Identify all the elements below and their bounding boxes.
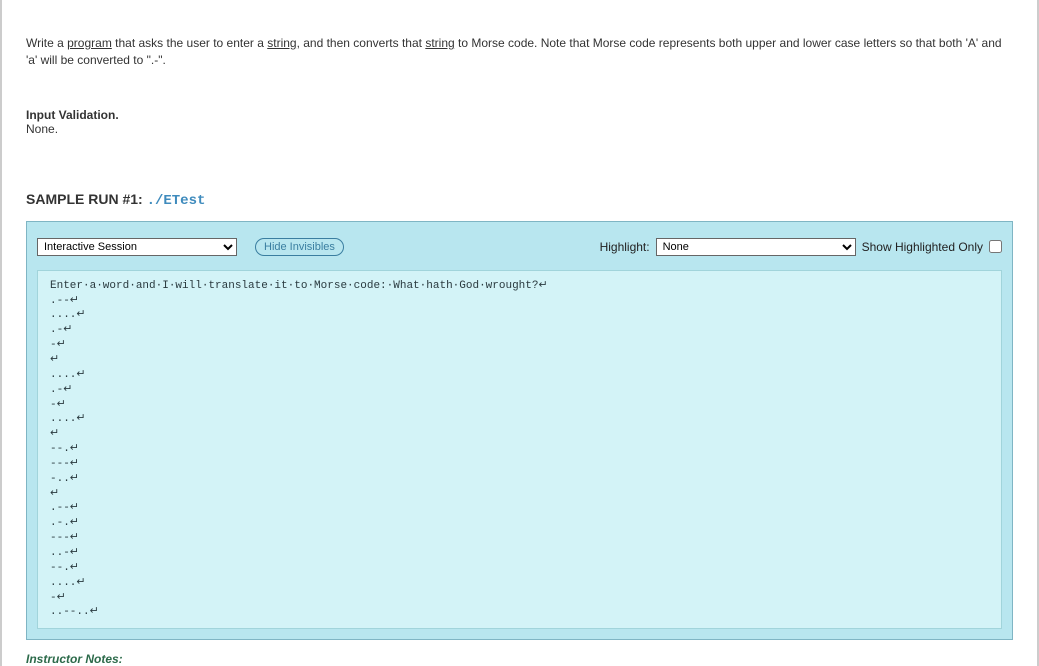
highlight-label: Highlight:: [600, 240, 650, 254]
highlight-select[interactable]: None: [656, 238, 856, 256]
input-validation-body: None.: [26, 122, 1013, 136]
input-validation-heading: Input Validation.: [26, 108, 1013, 122]
text-segment: that asks the user to enter a: [112, 36, 267, 50]
terminal-output: Enter·a·word·and·I·will·translate·it·to·…: [37, 270, 1002, 629]
link-string-1[interactable]: string: [267, 36, 296, 50]
sample-run-header: SAMPLE RUN #1: ./ETest: [26, 191, 1013, 209]
session-select[interactable]: Interactive Session: [37, 238, 237, 256]
toolbar-right: Highlight: None Show Highlighted Only: [600, 238, 1002, 256]
text-segment: , and then converts that: [297, 36, 426, 50]
sample-run-label: SAMPLE RUN #1:: [26, 191, 147, 207]
show-highlighted-label: Show Highlighted Only: [862, 240, 983, 254]
link-program[interactable]: program: [67, 36, 112, 50]
sample-run-command: ./ETest: [147, 193, 206, 209]
terminal-toolbar: Interactive Session Hide Invisibles High…: [37, 232, 1002, 270]
show-highlighted-checkbox[interactable]: [989, 240, 1002, 253]
hide-invisibles-button[interactable]: Hide Invisibles: [255, 238, 344, 256]
terminal-panel: Interactive Session Hide Invisibles High…: [26, 221, 1013, 640]
content-area: Write a program that asks the user to en…: [10, 0, 1029, 666]
link-string-2[interactable]: string: [425, 36, 454, 50]
text-segment: Write a: [26, 36, 67, 50]
page-container: Write a program that asks the user to en…: [0, 0, 1039, 666]
problem-description: Write a program that asks the user to en…: [26, 35, 1013, 70]
